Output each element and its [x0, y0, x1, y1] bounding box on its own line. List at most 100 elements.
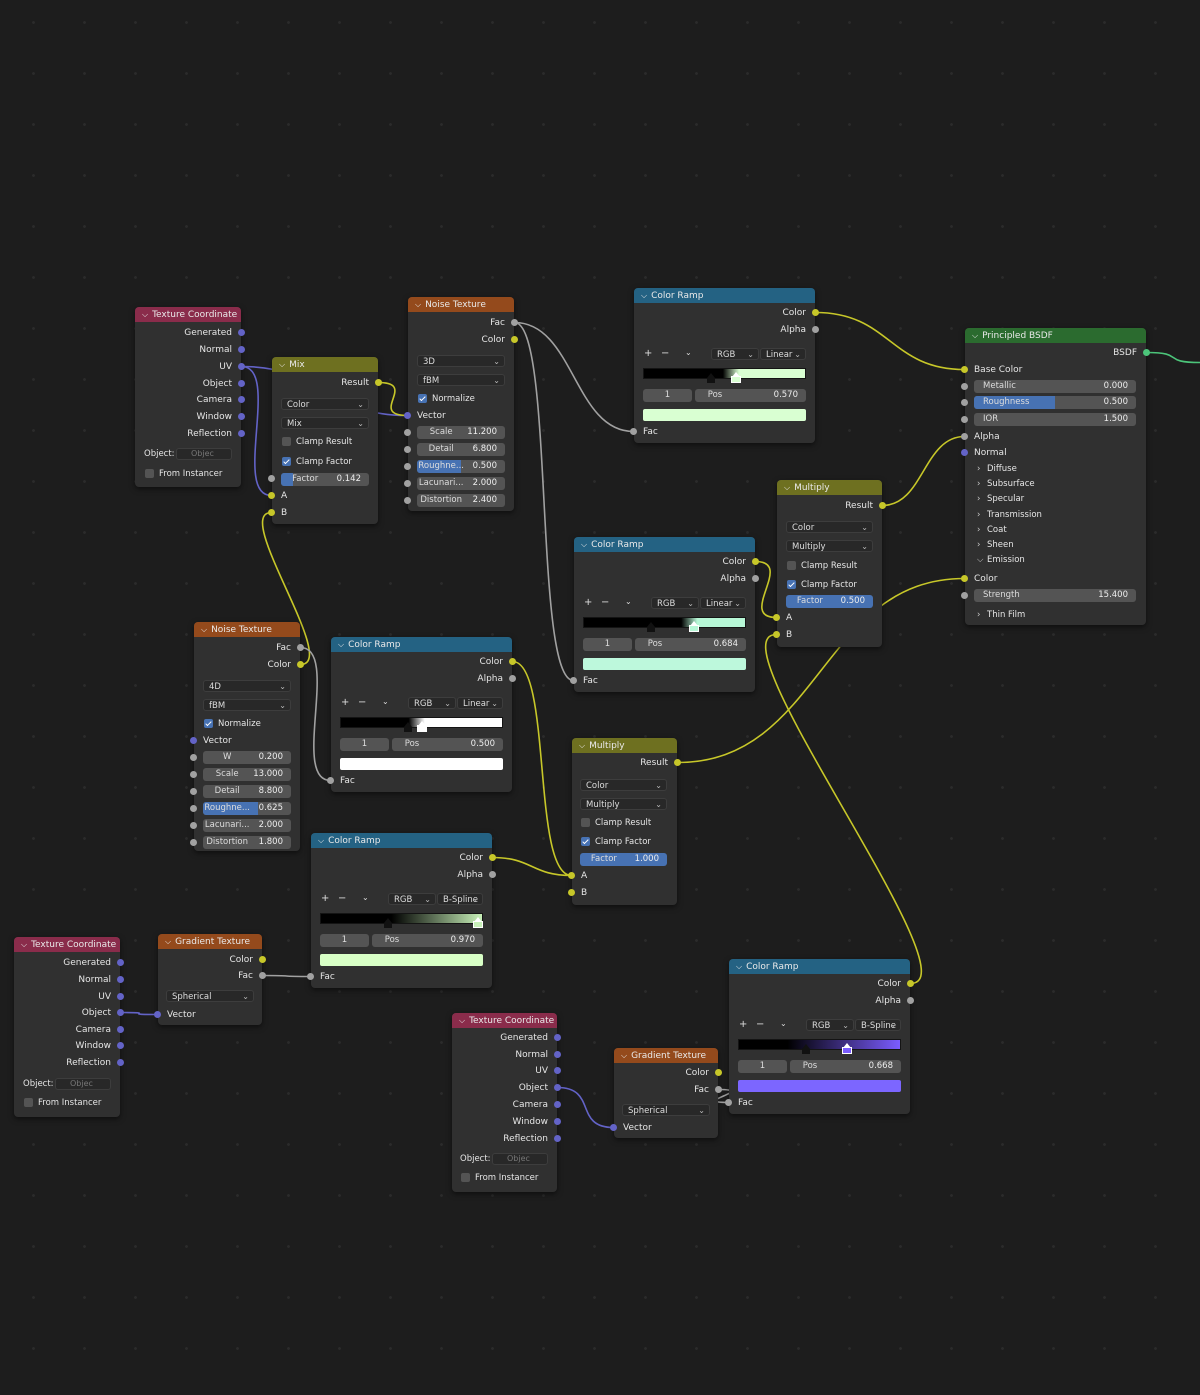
multiply-node[interactable]: ⌵ Multiply Result Color ⌄ Multiply ⌄ Clamp … [568, 738, 681, 905]
field-distortion[interactable]: Distortion 1.800 [203, 836, 291, 849]
node-header[interactable]: ⌵ Mix [272, 357, 378, 372]
link-noise-ramp[interactable] [514, 321, 634, 433]
color-ramp-bar[interactable] [738, 1039, 901, 1050]
color-socket[interactable] [752, 558, 759, 565]
clamp-result-checkbox[interactable]: Clamp Result [787, 560, 857, 572]
checkbox-box[interactable] [418, 394, 427, 403]
color-socket[interactable] [568, 872, 575, 879]
normalize-checkbox[interactable]: Normalize [204, 718, 261, 730]
chevron-down-icon[interactable]: ⌵ [459, 1013, 465, 1028]
float-socket[interactable] [404, 463, 411, 470]
color-mode-dropdown[interactable]: RGB ⌄ [388, 893, 436, 905]
link-multiply-alpha[interactable] [882, 435, 965, 507]
color-mode-dropdown[interactable]: RGB ⌄ [806, 1019, 854, 1031]
stop-position-field[interactable]: Pos 0.684 [635, 638, 746, 651]
stop-position-field[interactable]: Pos 0.570 [695, 389, 806, 402]
field-detail[interactable]: Detail 8.800 [203, 785, 291, 798]
add-stop-button[interactable]: + [321, 893, 329, 905]
stop-index-field[interactable]: 1 [643, 389, 692, 402]
panel-thin-film[interactable]: › Thin Film [965, 608, 1146, 622]
gradient-type-dropdown[interactable]: Spherical ⌄ [166, 990, 254, 1002]
link-ramp-multiply[interactable] [512, 660, 572, 877]
data-type-dropdown[interactable]: Color ⌄ [281, 398, 369, 410]
stop-position-field[interactable]: Pos 0.970 [372, 934, 483, 947]
clamp-result-checkbox[interactable]: Clamp Result [581, 817, 651, 829]
data-type-dropdown[interactable]: Color ⌄ [580, 779, 667, 791]
chevron-down-icon[interactable]: ⌵ [736, 959, 742, 974]
node-header[interactable]: ⌵ Principled BSDF [965, 328, 1146, 343]
link-uv-mix[interactable] [241, 365, 272, 497]
color-socket[interactable] [812, 309, 819, 316]
checkbox-box[interactable] [581, 837, 590, 846]
checkbox-box[interactable] [204, 719, 213, 728]
from-instancer-checkbox[interactable]: From Instancer [145, 468, 222, 480]
object-field[interactable]: Objec [176, 448, 232, 460]
gradient-type-dropdown[interactable]: Spherical ⌄ [622, 1104, 710, 1116]
ramp-stop-handle[interactable] [404, 727, 413, 732]
node-header[interactable]: ⌵ Multiply [777, 480, 882, 495]
panel-sheen[interactable]: › Sheen [965, 538, 1146, 552]
float-socket[interactable] [268, 475, 275, 482]
blend-mode-dropdown[interactable]: Multiply ⌄ [580, 798, 667, 810]
vector-socket[interactable] [238, 380, 245, 387]
strength-field[interactable]: Strength 15.400 [974, 589, 1136, 602]
float-socket[interactable] [404, 429, 411, 436]
chevron-down-icon[interactable]: ⌄ [382, 696, 389, 708]
checkbox-box[interactable] [145, 469, 154, 478]
float-socket[interactable] [752, 575, 759, 582]
color-socket[interactable] [773, 614, 780, 621]
stop-color-swatch[interactable] [583, 658, 746, 670]
vector-socket[interactable] [554, 1101, 561, 1108]
chevron-down-icon[interactable]: ⌵ [279, 357, 285, 372]
color-socket[interactable] [879, 502, 886, 509]
chevron-down-icon[interactable]: ⌵ [641, 288, 647, 303]
vector-socket[interactable] [154, 1011, 161, 1018]
factor-slider[interactable]: Factor 0.142 [281, 473, 369, 486]
dimensions-dropdown[interactable]: 3D ⌄ [417, 355, 505, 367]
chevron-down-icon[interactable]: ⌵ [415, 297, 421, 312]
vector-socket[interactable] [238, 363, 245, 370]
texture-coordinate-node[interactable]: ⌵ Texture Coordinate Generated Normal UV … [452, 1013, 561, 1192]
vector-socket[interactable] [554, 1034, 561, 1041]
checkbox-box[interactable] [787, 580, 796, 589]
panel-subsurface[interactable]: › Subsurface [965, 477, 1146, 491]
color-ramp-bar[interactable] [583, 617, 746, 628]
ramp-stop-handle-active[interactable] [473, 921, 484, 928]
float-socket[interactable] [190, 788, 197, 795]
stop-index-field[interactable]: 1 [320, 934, 369, 947]
checkbox-box[interactable] [282, 437, 291, 446]
color-ramp-node[interactable]: ⌵ Color Ramp Color Alpha + − ⌄ RGB ⌄ B-Spline ⌄ 1 Po… [307, 833, 496, 988]
vector-socket[interactable] [554, 1084, 561, 1091]
metallic-field[interactable]: Metallic 0.000 [974, 380, 1136, 393]
blend-mode-dropdown[interactable]: Mix ⌄ [281, 417, 369, 429]
ramp-stop-handle[interactable] [647, 627, 656, 632]
color-mode-dropdown[interactable]: RGB ⌄ [651, 597, 699, 609]
field-lacunari[interactable]: Lacunari... 2.000 [203, 819, 291, 832]
float-socket[interactable] [961, 416, 968, 423]
chevron-down-icon[interactable]: ⌄ [780, 1018, 787, 1030]
node-header[interactable]: ⌵ Color Ramp [331, 637, 512, 652]
remove-stop-button[interactable]: − [661, 348, 669, 360]
remove-stop-button[interactable]: − [358, 697, 366, 709]
color-socket[interactable] [961, 575, 968, 582]
texture-coordinate-node[interactable]: ⌵ Texture Coordinate Generated Normal UV … [14, 937, 124, 1117]
chevron-down-icon[interactable]: ⌵ [318, 833, 324, 848]
noise-texture-node[interactable]: ⌵ Noise Texture Fac Color 3D ⌄ fBM ⌄ Normal… [404, 297, 518, 511]
factor-slider[interactable]: Factor 0.500 [786, 595, 873, 608]
panel-emission[interactable]: ⌵ Emission [965, 553, 1146, 567]
chevron-down-icon[interactable]: ⌵ [142, 307, 148, 322]
stop-color-swatch[interactable] [320, 954, 483, 966]
color-mode-dropdown[interactable]: RGB ⌄ [711, 348, 759, 360]
field-lacunari[interactable]: Lacunari... 2.000 [417, 477, 505, 490]
checkbox-box[interactable] [787, 561, 796, 570]
node-header[interactable]: ⌵ Multiply [572, 738, 677, 753]
blend-mode-dropdown[interactable]: Multiply ⌄ [786, 540, 873, 552]
field-w[interactable]: W 0.200 [203, 751, 291, 764]
dimensions-dropdown[interactable]: 4D ⌄ [203, 680, 291, 692]
float-socket[interactable] [190, 805, 197, 812]
color-socket[interactable] [907, 980, 914, 987]
interpolation-dropdown[interactable]: B-Spline ⌄ [437, 893, 483, 905]
float-socket[interactable] [190, 822, 197, 829]
link-object-vector[interactable] [120, 1011, 158, 1016]
field-detail[interactable]: Detail 6.800 [417, 443, 505, 456]
